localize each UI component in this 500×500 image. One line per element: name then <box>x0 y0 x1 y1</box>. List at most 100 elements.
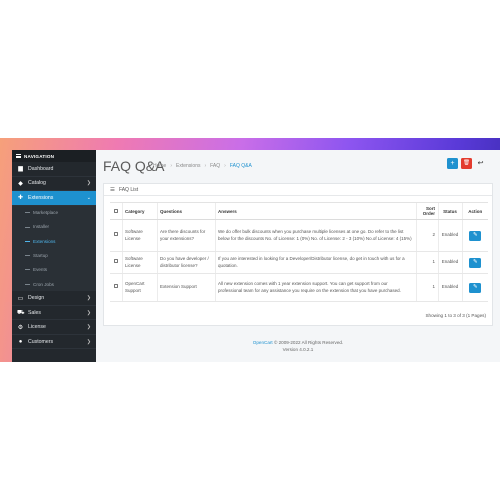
hamburger-icon[interactable] <box>16 153 21 159</box>
user-icon: ● <box>18 338 23 345</box>
dash-icon <box>25 226 30 228</box>
sidebar-subitem-label: Installer <box>33 224 50 230</box>
cell-question: Do you have developer / distributor lice… <box>156 251 215 274</box>
tag-icon: ◆ <box>18 180 23 187</box>
sidebar-subitem-events[interactable]: Events <box>12 262 96 277</box>
breadcrumb-extensions[interactable]: Extensions <box>176 163 200 169</box>
sidebar-subitem-marketplace[interactable]: Marketplace <box>12 205 96 220</box>
sidebar-subitem-extensions[interactable]: Extensions <box>12 234 96 249</box>
sidebar-subitem-startup[interactable]: Startup <box>12 248 96 263</box>
list-icon: ☰ <box>110 186 115 193</box>
sidebar-item-sales[interactable]: ⛟ Sales ❯ <box>12 306 96 321</box>
dash-icon <box>25 269 30 271</box>
cart-icon: ⛟ <box>17 309 25 316</box>
sidebar-subitem-label: Marketplace <box>33 210 59 216</box>
chevron-right-icon: ❯ <box>86 324 91 331</box>
pagination-info: Showing 1 to 3 of 3 (1 Pages) <box>425 313 486 318</box>
sidebar-item-label: Catalog <box>28 180 46 187</box>
cell-answer: We do offer bulk discounts when you purc… <box>214 219 416 252</box>
toolbar: + 🗑 ↩ <box>447 158 486 169</box>
column-header-action: Action <box>461 202 488 220</box>
row-checkbox[interactable] <box>113 284 118 289</box>
cell-category: OpenCart Support <box>121 273 157 302</box>
faq-list-panel: ☰ FAQ List Category Questions Answers So… <box>103 183 493 326</box>
cell-status: Enabled <box>437 219 462 252</box>
breadcrumb-separator: › <box>224 163 226 169</box>
cog-icon: ⚙ <box>17 324 24 331</box>
dash-icon <box>25 240 30 242</box>
screenshot-frame: NAVIGATION ▆ Dashboard ◆ Catalog ❯ ✚ Ext… <box>0 138 500 362</box>
chevron-down-icon: ⌄ <box>86 194 91 201</box>
cell-action: ✎ <box>461 251 488 274</box>
cell-sort-order: 2 <box>415 219 438 252</box>
column-header-questions[interactable]: Questions <box>156 202 215 220</box>
breadcrumb-separator: › <box>170 163 173 169</box>
sidebar-subitem-cron-jobs[interactable]: Cron Jobs <box>12 276 96 292</box>
cell-status: Enabled <box>437 273 462 302</box>
breadcrumb-faq[interactable]: FAQ <box>210 163 220 169</box>
table-row: Software License Are there discounts for… <box>110 219 488 252</box>
sidebar-item-dashboard[interactable]: ▆ Dashboard <box>12 162 96 177</box>
dashboard-icon: ▆ <box>18 166 23 173</box>
sidebar-item-license[interactable]: ⚙ License ❯ <box>12 320 96 335</box>
row-select-cell <box>110 273 122 302</box>
pencil-icon: ✎ <box>472 258 478 265</box>
footer: OpenCart © 2009-2022 All Rights Reserved… <box>96 340 500 354</box>
column-header-status[interactable]: Status <box>437 202 462 220</box>
nav-header-label: NAVIGATION <box>24 153 55 159</box>
row-checkbox[interactable] <box>113 232 118 237</box>
nav-header[interactable]: NAVIGATION <box>12 150 96 162</box>
sidebar-item-label: Customers <box>28 338 54 345</box>
sidebar-subitem-installer[interactable]: Installer <box>12 219 96 235</box>
back-button[interactable]: ↩ <box>475 158 486 169</box>
sidebar-item-label: Extensions <box>28 194 54 201</box>
dash-icon <box>25 212 30 213</box>
cell-sort-order: 1 <box>415 273 438 302</box>
edit-button[interactable]: ✎ <box>469 230 482 241</box>
sidebar-item-label: Design <box>28 295 45 302</box>
sidebar-subitem-label: Extensions <box>33 238 56 244</box>
column-header-answers[interactable]: Answers <box>214 202 416 220</box>
sidebar-item-customers[interactable]: ● Customers ❯ <box>12 335 96 350</box>
cell-action: ✎ <box>461 219 488 252</box>
sidebar-item-extensions[interactable]: ✚ Extensions ⌄ <box>12 191 96 206</box>
edit-button[interactable]: ✎ <box>469 257 482 268</box>
breadcrumb-home[interactable]: Home <box>153 163 166 169</box>
monitor-icon: ▭ <box>17 295 24 302</box>
cell-question: Are there discounts for your extensions? <box>156 219 215 252</box>
column-header-category[interactable]: Category <box>121 202 157 220</box>
select-all-checkbox[interactable] <box>113 208 118 213</box>
chevron-right-icon: ❯ <box>86 295 91 302</box>
add-button[interactable]: + <box>447 158 458 169</box>
sidebar-item-catalog[interactable]: ◆ Catalog ❯ <box>12 177 96 191</box>
chevron-right-icon: ❯ <box>86 309 91 316</box>
cell-answer: If you are interested in looking for a D… <box>214 251 416 274</box>
cell-category: Software License <box>121 251 157 274</box>
breadcrumb-current[interactable]: FAQ Q&A <box>230 163 252 169</box>
chevron-right-icon: ❯ <box>86 180 91 187</box>
sidebar-item-label: Sales <box>28 309 41 316</box>
table-row: Software License Do you have developer /… <box>110 251 488 274</box>
sidebar-item-label: License <box>28 324 46 331</box>
edit-button[interactable]: ✎ <box>469 282 482 293</box>
sidebar-subitem-label: Events <box>33 267 48 273</box>
cell-category: Software License <box>121 219 157 252</box>
row-select-cell <box>110 219 122 252</box>
puzzle-icon: ✚ <box>17 195 24 202</box>
cell-action: ✎ <box>461 273 488 302</box>
main-content: FAQ Q&A Home › Extensions › FAQ › FAQ Q&… <box>96 150 500 362</box>
breadcrumb-separator: › <box>204 163 207 169</box>
delete-button[interactable]: 🗑 <box>461 158 472 169</box>
cell-answer: All new extension comes with 1 year exte… <box>214 273 416 302</box>
cell-question: Extension Support <box>156 273 215 302</box>
sidebar-item-design[interactable]: ▭ Design ❯ <box>12 291 96 306</box>
chevron-right-icon: ❯ <box>86 338 91 345</box>
footer-brand-link[interactable]: OpenCart <box>253 340 273 345</box>
panel-title: FAQ List <box>118 186 139 193</box>
breadcrumb: Home › Extensions › FAQ › FAQ Q&A <box>153 163 252 169</box>
cell-sort-order: 1 <box>415 251 438 274</box>
table-header-row: Category Questions Answers Sort Order St… <box>110 202 488 220</box>
row-checkbox[interactable] <box>113 259 118 264</box>
column-header-sort-order[interactable]: Sort Order <box>415 202 438 220</box>
footer-copyright-line: OpenCart © 2009-2022 All Rights Reserved… <box>96 340 500 347</box>
